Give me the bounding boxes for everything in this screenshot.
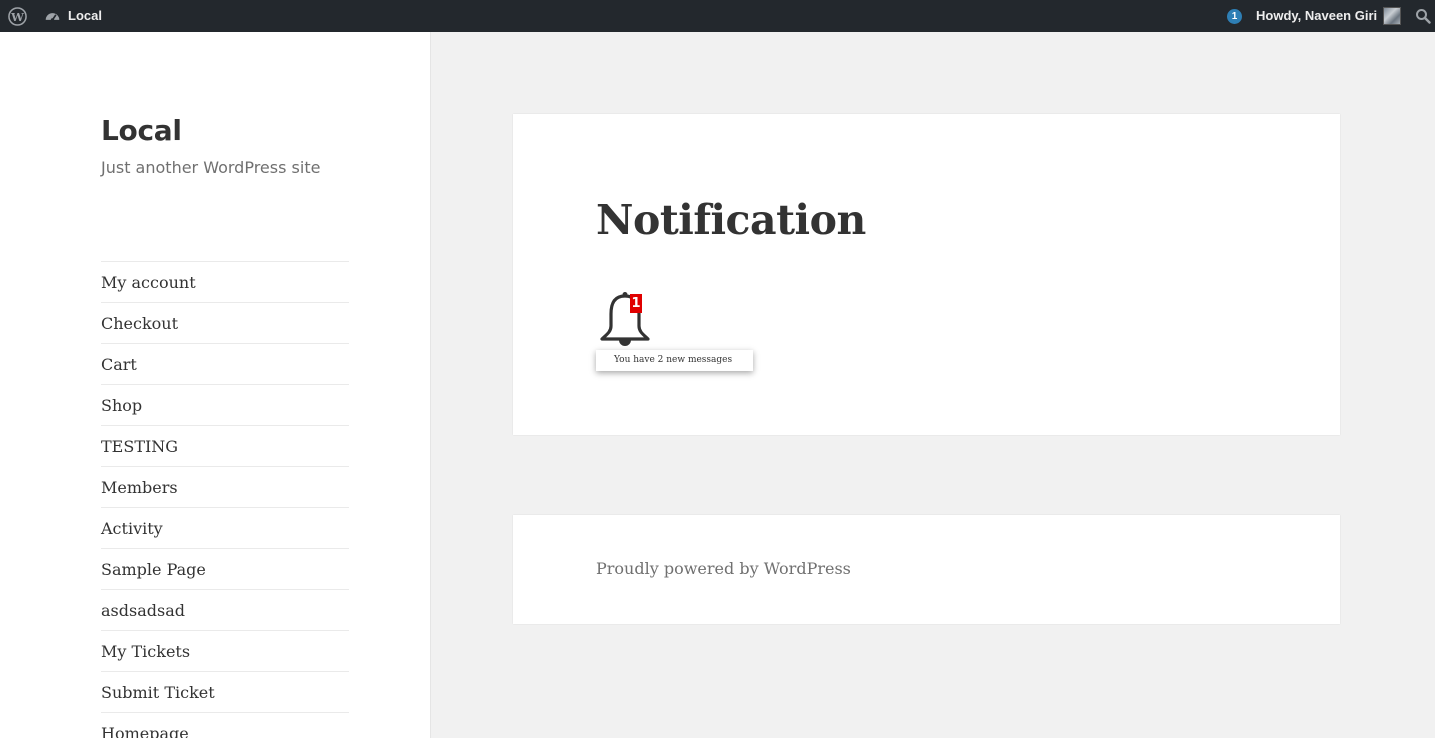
bell-icon[interactable] — [595, 290, 655, 350]
wordpress-logo-icon[interactable]: W — [8, 7, 27, 26]
howdy-user-link[interactable]: Howdy, Naveen Giri — [1256, 8, 1377, 23]
site-title[interactable]: Local — [101, 114, 182, 147]
nav-item-activity[interactable]: Activity — [101, 507, 349, 548]
nav-item-sample-page[interactable]: Sample Page — [101, 548, 349, 589]
content-card: Notification 1 You have 2 new messages — [513, 114, 1340, 435]
nav-item-my-tickets[interactable]: My Tickets — [101, 630, 349, 671]
nav-item-submit-ticket[interactable]: Submit Ticket — [101, 671, 349, 712]
nav-item-members[interactable]: Members — [101, 466, 349, 507]
page-title: Notification — [596, 196, 866, 244]
nav-item-cart[interactable]: Cart — [101, 343, 349, 384]
bell-count-badge: 1 — [630, 294, 642, 313]
svg-text:W: W — [10, 10, 24, 24]
nav-item-my-account[interactable]: My account — [101, 261, 349, 302]
main-navigation: My account Checkout Cart Shop TESTING Me… — [101, 261, 349, 738]
footer-credit-link[interactable]: Proudly powered by WordPress — [596, 559, 851, 578]
nav-item-checkout[interactable]: Checkout — [101, 302, 349, 343]
nav-item-homepage[interactable]: Homepage — [101, 712, 349, 738]
nav-item-shop[interactable]: Shop — [101, 384, 349, 425]
nav-item-testing[interactable]: TESTING — [101, 425, 349, 466]
nav-item-asdsadsad[interactable]: asdsadsad — [101, 589, 349, 630]
site-footer: Proudly powered by WordPress — [513, 515, 1340, 624]
admin-bar-site-name[interactable]: Local — [68, 8, 102, 23]
notification-count-badge[interactable]: 1 — [1227, 9, 1242, 24]
notification-popup[interactable]: You have 2 new messages — [596, 350, 753, 371]
sidebar: Local Just another WordPress site My acc… — [0, 32, 431, 738]
site-description: Just another WordPress site — [101, 158, 321, 177]
dashboard-icon[interactable] — [44, 8, 61, 25]
admin-bar: W Local 1 Howdy, Naveen Giri — [0, 0, 1435, 32]
avatar[interactable] — [1383, 7, 1401, 25]
search-icon[interactable] — [1415, 8, 1431, 24]
